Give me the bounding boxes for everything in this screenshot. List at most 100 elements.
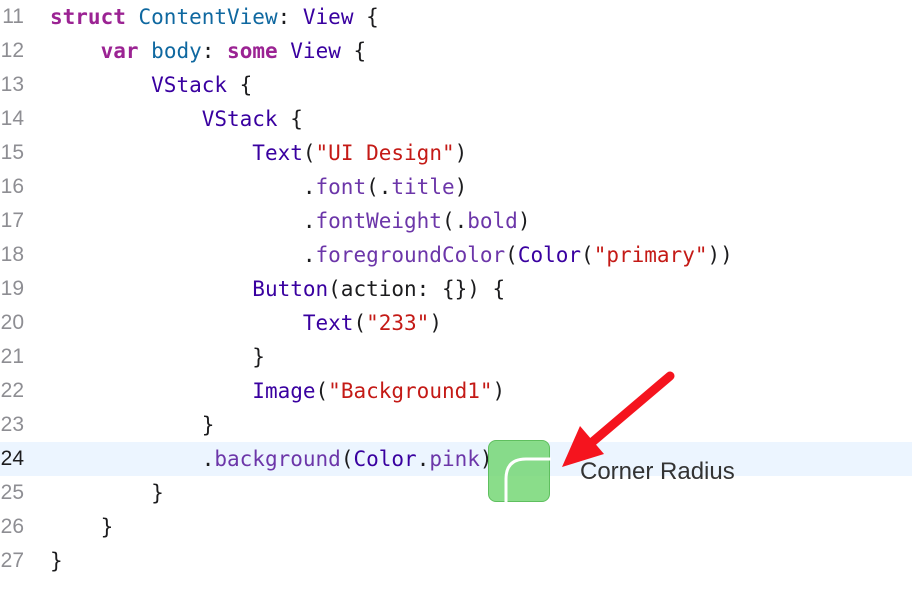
code-token: bold bbox=[467, 209, 518, 233]
code-line[interactable]: 20 Text("233") bbox=[0, 306, 912, 340]
line-number: 24 bbox=[0, 447, 24, 470]
code-text: VStack { bbox=[50, 68, 252, 102]
code-token: { bbox=[227, 73, 253, 97]
code-text: } bbox=[50, 476, 164, 510]
code-token: foregroundColor bbox=[315, 243, 506, 267]
line-number: 22 bbox=[0, 379, 24, 402]
code-token: title bbox=[391, 175, 455, 199]
code-token: some bbox=[227, 39, 278, 63]
code-token: ContentView bbox=[138, 5, 278, 29]
code-token: background bbox=[214, 447, 341, 471]
line-number: 23 bbox=[0, 413, 24, 436]
code-text: } bbox=[50, 340, 265, 374]
annotation-label: Corner Radius bbox=[580, 458, 735, 485]
code-token: { bbox=[353, 5, 379, 29]
code-token: (. bbox=[366, 175, 392, 199]
code-text: } bbox=[50, 408, 215, 442]
code-token: Button bbox=[252, 277, 329, 301]
code-token: . bbox=[50, 243, 316, 267]
code-line[interactable]: 17 .fontWeight(.bold) bbox=[0, 204, 912, 238]
code-token: Color bbox=[517, 243, 582, 267]
line-number: 14 bbox=[0, 107, 24, 130]
code-token: body bbox=[151, 39, 202, 63]
code-token: } bbox=[50, 515, 114, 539]
code-token: ( bbox=[315, 379, 329, 403]
code-token: font bbox=[315, 175, 367, 199]
code-token: { bbox=[277, 107, 303, 131]
code-line[interactable]: 14 VStack { bbox=[0, 102, 912, 136]
code-line[interactable]: 27} bbox=[0, 544, 912, 578]
code-token: } bbox=[50, 345, 265, 369]
code-token: ( bbox=[353, 311, 367, 335]
code-token: "233" bbox=[366, 311, 430, 335]
code-token: ( bbox=[302, 141, 316, 165]
code-token: VStack bbox=[151, 73, 228, 97]
code-token: fontWeight bbox=[315, 209, 442, 233]
code-line[interactable]: 18 .foregroundColor(Color("primary")) bbox=[0, 238, 912, 272]
code-token: . bbox=[416, 447, 430, 471]
code-token: : bbox=[201, 39, 228, 63]
code-line[interactable]: 11 struct ContentView: View { bbox=[0, 0, 912, 34]
code-text: var body: some View { bbox=[50, 34, 367, 68]
code-token: View bbox=[302, 5, 354, 29]
code-token: var bbox=[100, 39, 139, 63]
code-token: } bbox=[50, 481, 164, 505]
code-text: VStack { bbox=[50, 102, 303, 136]
code-token: { bbox=[340, 39, 367, 63]
code-line[interactable]: 13 VStack { bbox=[0, 68, 912, 102]
code-token: ) bbox=[454, 141, 468, 165]
code-token: "Background1" bbox=[328, 379, 493, 403]
code-text: Text("233") bbox=[50, 306, 442, 340]
line-number: 27 bbox=[0, 549, 24, 572]
code-line[interactable]: 16 .font(.title) bbox=[0, 170, 912, 204]
code-token: "primary" bbox=[593, 243, 708, 267]
code-text: .font(.title) bbox=[50, 170, 467, 204]
code-token: : bbox=[277, 5, 303, 29]
code-text: Image("Background1") bbox=[50, 374, 505, 408]
line-number: 26 bbox=[0, 515, 24, 538]
code-line[interactable]: 21 } bbox=[0, 340, 912, 374]
line-number: 13 bbox=[0, 73, 24, 96]
code-token: Image bbox=[252, 379, 316, 403]
code-editor[interactable]: 11 struct ContentView: View {12 var body:… bbox=[0, 0, 912, 594]
code-token: (action: {}) { bbox=[328, 277, 506, 301]
code-token: . bbox=[50, 209, 316, 233]
code-line[interactable]: 26 } bbox=[0, 510, 912, 544]
code-text: .foregroundColor(Color("primary")) bbox=[50, 238, 733, 272]
code-line[interactable]: 19 Button(action: {}) { bbox=[0, 272, 912, 306]
line-number: 21 bbox=[0, 345, 24, 368]
code-token: ) bbox=[517, 209, 531, 233]
code-token: ( bbox=[340, 447, 354, 471]
code-token: ) bbox=[454, 175, 468, 199]
color-swatch-icon[interactable] bbox=[488, 440, 551, 503]
line-number: 12 bbox=[0, 39, 24, 62]
line-number: 11 bbox=[2, 5, 24, 28]
code-line[interactable]: 22 Image("Background1") bbox=[0, 374, 912, 408]
line-number: 25 bbox=[0, 481, 24, 504]
code-token: View bbox=[290, 39, 341, 63]
code-text: struct ContentView: View { bbox=[50, 0, 379, 34]
code-token: ( bbox=[581, 243, 594, 267]
line-number: 19 bbox=[0, 277, 24, 300]
code-token: (. bbox=[441, 209, 468, 233]
code-token: } bbox=[50, 413, 215, 437]
code-line[interactable]: 25 } bbox=[0, 476, 912, 510]
code-token: "UI Design" bbox=[315, 141, 455, 165]
code-token: ) bbox=[429, 311, 442, 335]
code-line[interactable]: 15 Text("UI Design") bbox=[0, 136, 912, 170]
code-line[interactable]: 24 .background(Color.pink) bbox=[0, 442, 912, 476]
code-line[interactable]: 12 var body: some View { bbox=[0, 34, 912, 68]
code-text: .background(Color.pink) bbox=[50, 442, 493, 476]
code-text: Button(action: {}) { bbox=[50, 272, 505, 306]
code-token: } bbox=[50, 549, 63, 573]
code-line[interactable]: 23 } bbox=[0, 408, 912, 442]
corner-radius-icon bbox=[504, 457, 551, 503]
